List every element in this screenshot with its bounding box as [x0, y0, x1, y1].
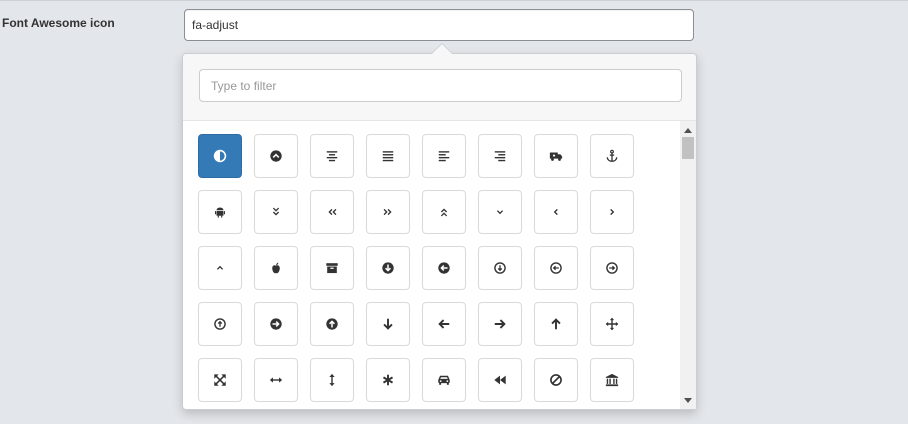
icon-option-asterisk[interactable] — [366, 358, 410, 402]
icon-option-chevron-circle-up[interactable] — [254, 134, 298, 178]
popover-header — [183, 54, 696, 121]
icon-option-arrows-v[interactable] — [310, 358, 354, 402]
icon-option-ban[interactable] — [534, 358, 578, 402]
angle-left-icon — [549, 205, 563, 219]
angle-right-icon — [605, 205, 619, 219]
icon-option-arrow-circle-right[interactable] — [254, 302, 298, 346]
top-divider — [0, 0, 908, 1]
filter-input[interactable] — [199, 69, 682, 102]
icon-option-align-justify[interactable] — [366, 134, 410, 178]
popover-arrow-fill — [432, 44, 452, 54]
align-center-icon — [325, 149, 339, 163]
icon-option-angle-double-right[interactable] — [366, 190, 410, 234]
icon-option-adjust[interactable] — [198, 134, 242, 178]
icon-option-bank[interactable] — [590, 358, 634, 402]
arrow-up-icon — [549, 317, 563, 331]
apple-icon — [269, 261, 283, 275]
icon-option-anchor[interactable] — [590, 134, 634, 178]
arrow-circle-o-up-icon — [213, 317, 227, 331]
icon-option-arrow-circle-o-down[interactable] — [478, 246, 522, 290]
archive-icon — [325, 261, 339, 275]
icon-option-arrows[interactable] — [590, 302, 634, 346]
angle-double-right-icon — [381, 205, 395, 219]
icon-option-angle-right[interactable] — [590, 190, 634, 234]
arrows-icon — [605, 317, 619, 331]
angle-double-left-icon — [325, 205, 339, 219]
align-justify-icon — [381, 149, 395, 163]
icon-option-angle-double-left[interactable] — [310, 190, 354, 234]
icon-option-align-right[interactable] — [478, 134, 522, 178]
icon-option-archive[interactable] — [310, 246, 354, 290]
arrow-down-icon — [381, 317, 395, 331]
arrows-h-icon — [269, 373, 283, 387]
icon-option-angle-left[interactable] — [534, 190, 578, 234]
anchor-icon — [605, 149, 619, 163]
arrows-v-icon — [325, 373, 339, 387]
icon-grid — [198, 134, 678, 402]
icon-option-ambulance[interactable] — [534, 134, 578, 178]
icon-option-arrow-up[interactable] — [534, 302, 578, 346]
backward-icon — [493, 373, 507, 387]
icon-option-arrow-circle-o-right[interactable] — [590, 246, 634, 290]
arrow-circle-down-icon — [381, 261, 395, 275]
icon-option-arrow-circle-o-up[interactable] — [198, 302, 242, 346]
icon-option-angle-down[interactable] — [478, 190, 522, 234]
icon-option-arrow-circle-o-left[interactable] — [534, 246, 578, 290]
icon-option-backward[interactable] — [478, 358, 522, 402]
adjust-icon — [213, 149, 227, 163]
angle-up-icon — [213, 261, 227, 275]
bank-icon — [605, 373, 619, 387]
asterisk-icon — [381, 373, 395, 387]
automobile-icon — [437, 373, 451, 387]
icon-option-apple[interactable] — [254, 246, 298, 290]
icon-option-arrows-h[interactable] — [254, 358, 298, 402]
icon-option-angle-up[interactable] — [198, 246, 242, 290]
scroll-down-arrow[interactable] — [680, 394, 696, 406]
angle-down-icon — [493, 205, 507, 219]
icon-option-arrows-alt[interactable] — [198, 358, 242, 402]
icon-option-automobile[interactable] — [422, 358, 466, 402]
arrow-circle-right-icon — [269, 317, 283, 331]
icon-option-align-center[interactable] — [310, 134, 354, 178]
icon-option-angle-double-down[interactable] — [254, 190, 298, 234]
icon-option-align-left[interactable] — [422, 134, 466, 178]
icon-option-arrow-circle-left[interactable] — [422, 246, 466, 290]
field-label: Font Awesome icon — [2, 16, 115, 30]
icon-option-arrow-right[interactable] — [478, 302, 522, 346]
arrow-circle-o-right-icon — [605, 261, 619, 275]
align-left-icon — [437, 149, 451, 163]
arrow-left-icon — [437, 317, 451, 331]
angle-double-up-icon — [437, 205, 451, 219]
angle-double-down-icon — [269, 205, 283, 219]
arrow-circle-up-icon — [325, 317, 339, 331]
arrows-alt-icon — [213, 373, 227, 387]
scrollbar[interactable] — [680, 121, 696, 409]
align-right-icon — [493, 149, 507, 163]
icon-option-arrow-left[interactable] — [422, 302, 466, 346]
arrow-circle-o-down-icon — [493, 261, 507, 275]
ambulance-icon — [549, 149, 563, 163]
arrow-circle-left-icon — [437, 261, 451, 275]
android-icon — [213, 205, 227, 219]
ban-icon — [549, 373, 563, 387]
arrow-circle-o-left-icon — [549, 261, 563, 275]
icon-option-arrow-circle-up[interactable] — [310, 302, 354, 346]
icon-option-arrow-down[interactable] — [366, 302, 410, 346]
icon-name-input[interactable] — [184, 9, 694, 41]
icon-option-angle-double-up[interactable] — [422, 190, 466, 234]
chevron-circle-up-icon — [269, 149, 283, 163]
icon-option-android[interactable] — [198, 190, 242, 234]
scroll-thumb[interactable] — [682, 137, 694, 159]
icon-picker-popover — [182, 43, 697, 410]
icon-option-arrow-circle-down[interactable] — [366, 246, 410, 290]
arrow-right-icon — [493, 317, 507, 331]
scroll-up-arrow[interactable] — [680, 124, 696, 136]
